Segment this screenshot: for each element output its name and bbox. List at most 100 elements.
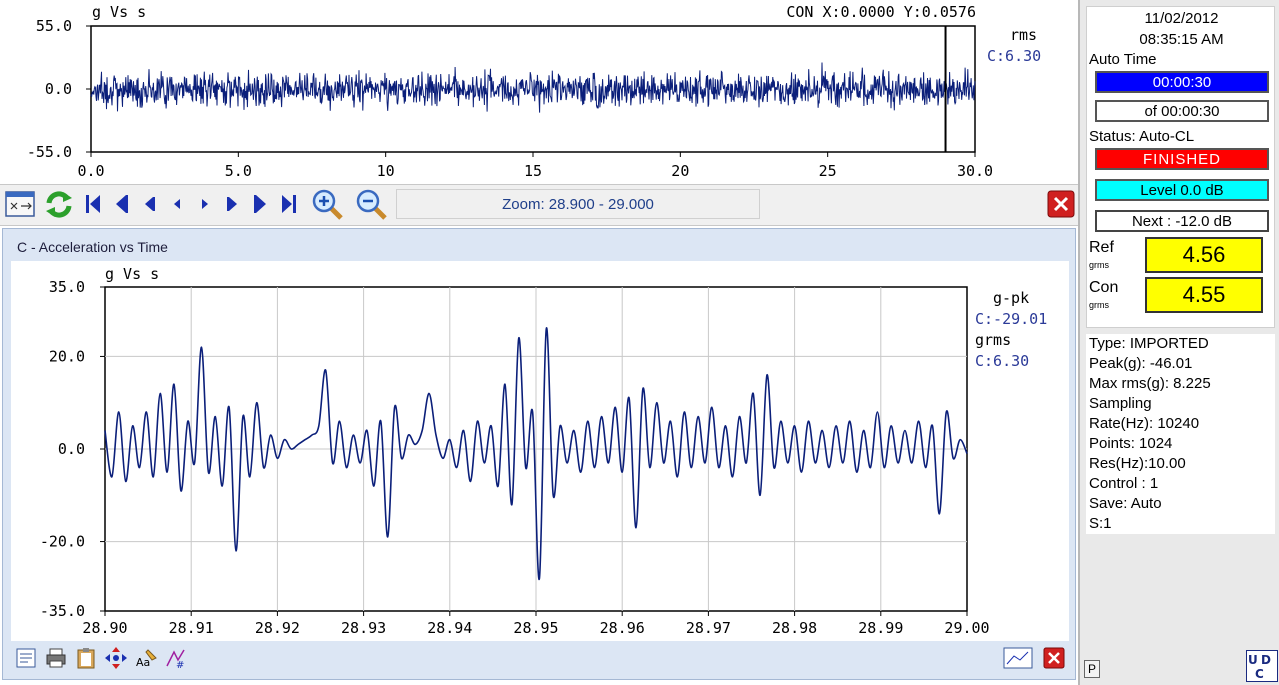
close-overview-button[interactable] — [1046, 188, 1076, 220]
info-line: Control : 1 — [1089, 475, 1159, 492]
overview-x-tick-label: 15 — [524, 162, 542, 180]
detail-panel: C - Acceleration vs Time g Vs s 28.90 28.… — [2, 228, 1076, 680]
overview-x-tick-label: 0.0 — [77, 162, 104, 180]
forward-fast-button[interactable] — [248, 188, 274, 220]
detail-x-tick-label: 28.95 — [513, 619, 558, 637]
clipboard-icon — [77, 648, 95, 669]
chart-mode-button[interactable] — [1001, 645, 1035, 671]
cursor-value-icon: # — [166, 649, 185, 670]
status-box: 11/02/2012 08:35:15 AM Auto Time 00:00:3… — [1086, 6, 1275, 328]
test-info-box: Type: IMPORTED Peak(g): -46.01 Max rms(g… — [1086, 334, 1275, 534]
copy-button[interactable] — [73, 645, 99, 671]
detail-x-tick-label: 28.97 — [686, 619, 731, 637]
chart-mode-icon — [1003, 647, 1033, 669]
level-display: Level 0.0 dB — [1095, 179, 1269, 201]
svg-text:#: # — [176, 660, 184, 670]
next-level-display: Next : -12.0 dB — [1095, 210, 1269, 232]
pan-button[interactable] — [103, 645, 129, 671]
zoom-in-button[interactable] — [309, 188, 345, 220]
overview-plot[interactable]: g Vs s CON X:0.0000 Y:0.0576 rms C:6.30 … — [0, 0, 1076, 184]
close-panel-button[interactable] — [1041, 645, 1067, 671]
skip-last-icon — [282, 195, 296, 213]
layout-button[interactable] — [3, 188, 37, 220]
info-line: Points: 1024 — [1089, 435, 1173, 452]
printer-icon — [46, 648, 66, 668]
forward-button[interactable] — [220, 188, 246, 220]
overview-x-tick-label: 5.0 — [225, 162, 252, 180]
detail-x-tick-label: 28.93 — [341, 619, 386, 637]
ref-unit: grms — [1089, 260, 1109, 270]
layout-icon — [5, 191, 35, 217]
overview-x-tick-label: 10 — [377, 162, 395, 180]
forward-fast-icon — [254, 195, 266, 213]
skip-first-icon — [86, 195, 100, 213]
overview-x-tick-label: 30.0 — [957, 162, 993, 180]
overview-chart-svg[interactable]: g Vs s CON X:0.0000 Y:0.0576 rms C:6.30 … — [0, 0, 1076, 184]
move-arrows-icon — [105, 647, 127, 669]
overview-y-tick-label: -55.0 — [27, 143, 72, 161]
forward-icon — [227, 197, 237, 211]
refresh-button[interactable] — [42, 188, 76, 220]
detail-x-tick-label: 28.98 — [772, 619, 817, 637]
info-line: Rate(Hz): 10240 — [1089, 415, 1200, 432]
overview-x-tick-label: 20 — [671, 162, 689, 180]
zoom-out-icon — [356, 189, 387, 220]
detail-y-tick-label: 0.0 — [58, 440, 85, 458]
first-button[interactable] — [80, 188, 106, 220]
p-button[interactable]: P — [1084, 660, 1100, 678]
step-forward-button[interactable] — [192, 188, 218, 220]
status-label: Status: Auto-CL — [1089, 128, 1195, 145]
info-line: Sampling — [1089, 395, 1152, 412]
step-back-button[interactable] — [164, 188, 190, 220]
zoom-in-icon — [312, 189, 343, 220]
font-button[interactable]: Aa — [133, 645, 159, 671]
last-button[interactable] — [276, 188, 302, 220]
print-button[interactable] — [43, 645, 69, 671]
overview-legend-value: C:6.30 — [987, 47, 1041, 65]
udc-logo-icon: U D C — [1248, 653, 1271, 681]
status-time: 08:35:15 AM — [1139, 31, 1224, 48]
detail-legend-pk-value: C:-29.01 — [975, 310, 1047, 328]
detail-legend-pk: g-pk — [993, 289, 1029, 307]
cursor-value-button[interactable]: # — [163, 645, 189, 671]
svg-text:Aa: Aa — [136, 656, 150, 669]
svg-text:U: U — [1248, 653, 1258, 667]
detail-x-tick-label: 28.94 — [427, 619, 472, 637]
con-unit: grms — [1089, 300, 1109, 310]
panel-bottom-toolbar: Aa # — [3, 643, 1075, 679]
detail-x-tick-label: 28.99 — [858, 619, 903, 637]
properties-button[interactable] — [13, 645, 39, 671]
close-icon — [1047, 190, 1075, 218]
detail-x-tick-label: 29.00 — [944, 619, 989, 637]
zoom-range-display: Zoom: 28.900 - 29.000 — [396, 189, 760, 219]
step-forward-icon — [202, 199, 208, 209]
status-panel: 11/02/2012 08:35:15 AM Auto Time 00:00:3… — [1078, 0, 1279, 685]
detail-legend-rms-value: C:6.30 — [975, 352, 1029, 370]
con-label: Con — [1089, 279, 1119, 296]
detail-x-tick-label: 28.90 — [82, 619, 127, 637]
properties-icon — [16, 648, 36, 668]
detail-chart-svg[interactable]: g Vs s 28.90 28.91 28.92 28.93 28.94 28.95 28.… — [11, 261, 1069, 641]
detail-y-tick-label: 20.0 — [49, 347, 85, 365]
detail-y-tick-label: 35.0 — [49, 278, 85, 296]
udc-logo: U D C — [1246, 650, 1278, 682]
svg-text:C: C — [1255, 667, 1264, 681]
overview-x-tick-label: 25 — [819, 162, 837, 180]
rewind-fast-icon — [116, 195, 128, 213]
zoom-out-button[interactable] — [353, 188, 389, 220]
rewind-button[interactable] — [136, 188, 162, 220]
overview-legend-metric: rms — [1010, 26, 1037, 44]
info-line: Peak(g): -46.01 — [1089, 355, 1193, 372]
overview-y-tick-label: 55.0 — [36, 17, 72, 35]
rewind-icon — [145, 197, 155, 211]
elapsed-time-display: 00:00:30 — [1095, 71, 1269, 93]
close-icon — [1043, 647, 1065, 669]
detail-y-tick-label: -35.0 — [40, 602, 85, 620]
panel-title: C - Acceleration vs Time — [17, 239, 168, 255]
detail-x-tick-label: 28.91 — [169, 619, 214, 637]
overview-title: g Vs s — [92, 3, 146, 21]
info-line: Max rms(g): 8.225 — [1089, 375, 1211, 392]
rewind-fast-button[interactable] — [108, 188, 134, 220]
overview-cursor-readout: CON X:0.0000 Y:0.0576 — [786, 3, 976, 21]
detail-x-tick-label: 28.96 — [600, 619, 645, 637]
